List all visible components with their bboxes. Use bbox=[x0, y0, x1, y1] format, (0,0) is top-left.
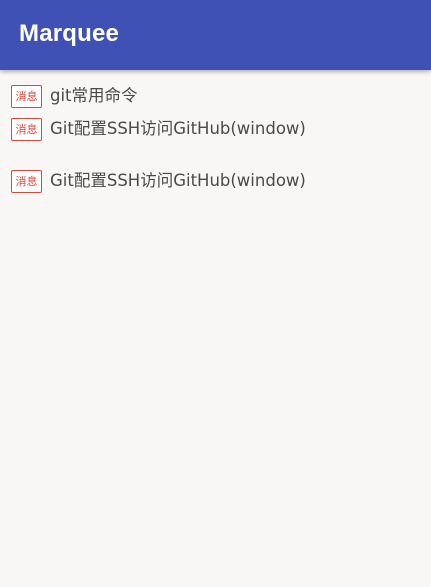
app-bar: Marquee bbox=[0, 0, 431, 70]
message-badge: 消息 bbox=[11, 169, 42, 193]
marquee-item-text: git常用命令 bbox=[50, 86, 138, 105]
marquee-item[interactable]: 消息 Git配置SSH访问GitHub(window) bbox=[11, 169, 306, 193]
message-badge: 消息 bbox=[11, 117, 42, 141]
marquee-item-text: Git配置SSH访问GitHub(window) bbox=[50, 119, 306, 138]
app-title: Marquee bbox=[19, 20, 120, 47]
marquee-item-text: Git配置SSH访问GitHub(window) bbox=[50, 171, 306, 190]
content-area: 消息 git常用命令 消息 Git配置SSH访问GitHub(window) 消… bbox=[0, 70, 431, 587]
marquee-item[interactable]: 消息 Git配置SSH访问GitHub(window) bbox=[11, 117, 306, 141]
message-badge: 消息 bbox=[11, 84, 42, 108]
marquee-item[interactable]: 消息 git常用命令 bbox=[11, 84, 138, 108]
